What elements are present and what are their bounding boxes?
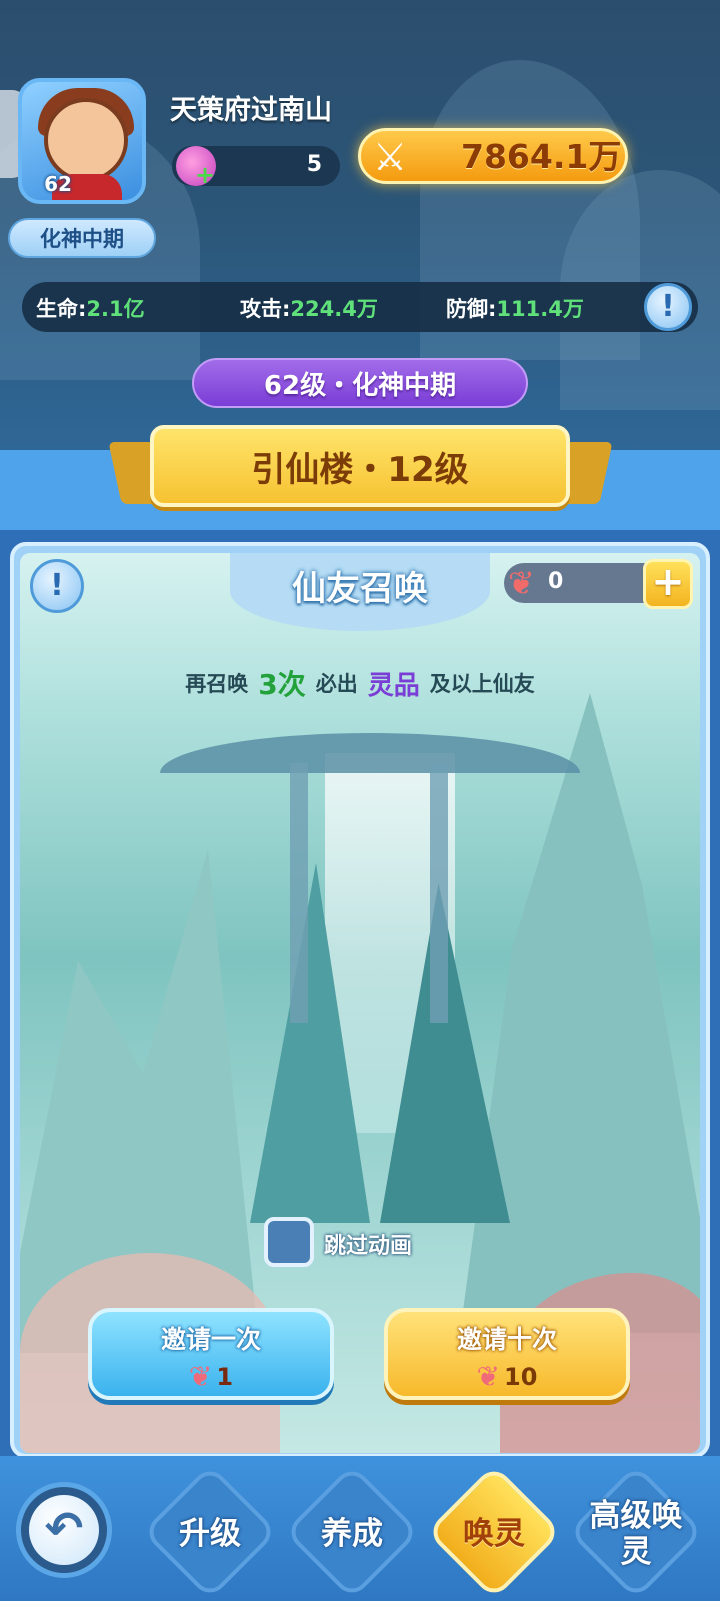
- ticket-count: 0: [548, 569, 564, 594]
- invite-once-label: 邀请一次: [160, 1325, 261, 1354]
- summon-ticket-icon: ❦: [508, 564, 535, 602]
- pity-notice: 再召唤 3次 必出 灵品 及以上仙友: [20, 663, 700, 703]
- pity-times: 3次: [258, 668, 306, 701]
- invite-once-cost: ❦ 1: [189, 1360, 233, 1393]
- stat-defense-label: 防御:: [446, 297, 497, 321]
- stat-hp-value: 2.1亿: [86, 297, 145, 321]
- invite-ten-button[interactable]: 邀请十次 ❦ 10: [384, 1308, 630, 1400]
- bottom-nav: ↶ 升级 养成 唤灵 高级唤灵: [0, 1456, 720, 1601]
- summon-ticket-icon: ❦: [476, 1360, 501, 1393]
- invite-once-button[interactable]: 邀请一次 ❦ 1: [88, 1308, 334, 1400]
- stats-info-icon[interactable]: !: [644, 283, 692, 331]
- nav-tab-summon[interactable]: 唤灵: [434, 1488, 554, 1580]
- nav-tab-upgrade[interactable]: 升级: [150, 1488, 270, 1580]
- stat-attack-label: 攻击:: [240, 297, 291, 321]
- pity-middle: 必出: [315, 672, 358, 696]
- invite-ten-cost: ❦ 10: [477, 1360, 538, 1393]
- realm-tag: 化神中期: [8, 218, 156, 258]
- stat-attack: 攻击:224.4万: [240, 293, 378, 323]
- nav-tab-advanced-summon[interactable]: 高级唤灵: [586, 1488, 686, 1580]
- panel-title: 仙友召唤: [292, 569, 428, 609]
- summon-info-icon[interactable]: !: [30, 559, 84, 613]
- player-name: 天策府过南山: [170, 95, 332, 126]
- pity-suffix: 及以上仙友: [429, 672, 535, 696]
- summon-ticket-icon: ❦: [188, 1360, 213, 1393]
- energy-counter[interactable]: + 5: [172, 146, 340, 189]
- building-banner: 引仙楼・12级: [150, 425, 570, 507]
- invite-ten-label: 邀请十次: [456, 1325, 557, 1354]
- energy-count: 5: [306, 152, 322, 177]
- nav-tab-cultivate[interactable]: 养成: [292, 1488, 412, 1580]
- combat-power: ⚔ 7864.1万: [358, 128, 628, 184]
- crossed-swords-icon: ⚔: [373, 135, 408, 179]
- combat-power-value: 7864.1万: [461, 137, 622, 176]
- skip-animation-label: 跳过动画: [324, 1234, 413, 1259]
- plus-icon: +: [194, 161, 216, 189]
- back-button[interactable]: ↶: [16, 1482, 112, 1578]
- invite-ten-cost-value: 10: [504, 1362, 538, 1391]
- realm-level-bar: 62级・化神中期: [192, 358, 528, 408]
- stat-defense: 防御:111.4万: [446, 293, 584, 323]
- pity-grade: 灵品: [367, 670, 420, 701]
- pavilion-roof: [160, 733, 580, 773]
- stat-hp-label: 生命:: [36, 297, 87, 321]
- skip-animation-checkbox[interactable]: [264, 1217, 314, 1267]
- stats-bar: 生命:2.1亿 攻击:224.4万 防御:111.4万: [22, 282, 698, 332]
- stat-hp: 生命:2.1亿: [36, 293, 145, 323]
- avatar-level: 62: [44, 172, 72, 196]
- pavilion-pillar-right: [430, 763, 448, 1023]
- stat-defense-value: 111.4万: [496, 297, 584, 321]
- add-ticket-button[interactable]: +: [643, 559, 693, 609]
- summon-panel: 仙友召唤 ! ❦ 0 + 再召唤 3次 必出 灵品 及以上仙友 跳过动画 邀请一次 ❦ …: [20, 553, 700, 1453]
- pity-prefix: 再召唤: [185, 672, 249, 696]
- stat-attack-value: 224.4万: [290, 297, 378, 321]
- mountain-right: [460, 693, 700, 1333]
- invite-once-cost-value: 1: [216, 1362, 234, 1391]
- back-arrow-icon: ↶: [29, 1495, 99, 1565]
- pavilion-pillar-left: [290, 763, 308, 1023]
